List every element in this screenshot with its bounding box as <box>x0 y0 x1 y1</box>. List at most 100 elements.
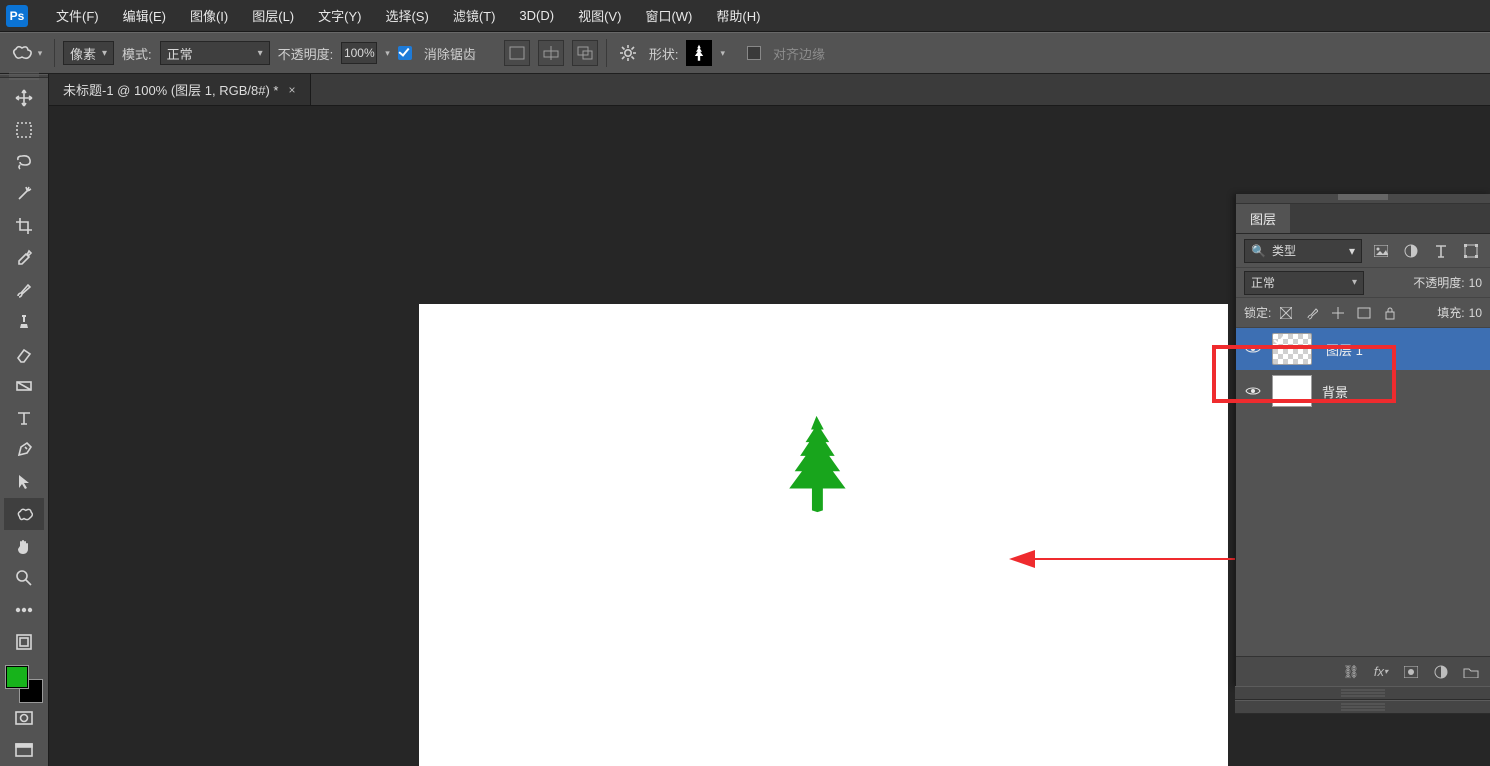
toolbox <box>0 74 49 766</box>
antialias-label: 消除锯齿 <box>424 44 476 63</box>
blend-mode-dropdown[interactable]: 正常▾ <box>160 41 270 65</box>
quickmask-toggle[interactable] <box>4 702 44 734</box>
crop-tool[interactable] <box>4 210 44 242</box>
opacity-label: 不透明度: <box>278 44 334 63</box>
lock-brush-icon[interactable] <box>1301 302 1323 324</box>
folder-icon[interactable] <box>1462 663 1480 681</box>
align-right-icon[interactable] <box>572 40 598 66</box>
wand-tool[interactable] <box>4 178 44 210</box>
lock-pixels-icon[interactable] <box>1275 302 1297 324</box>
shape-label: 形状: <box>649 44 679 63</box>
type-tool[interactable] <box>4 402 44 434</box>
workspace: 未标题-1 @ 100% (图层 1, RGB/8#) * × 图层 🔍 类型 … <box>0 74 1490 766</box>
align-center-icon[interactable] <box>538 40 564 66</box>
menu-3d[interactable]: 3D(D) <box>507 8 566 23</box>
zoom-tool[interactable] <box>4 562 44 594</box>
search-icon: 🔍 <box>1251 244 1266 258</box>
layer-opacity-value[interactable]: 10 <box>1469 276 1482 290</box>
panel-resize-grip[interactable] <box>1235 700 1490 714</box>
unit-dropdown[interactable]: 像素▾ <box>63 41 114 65</box>
menu-view[interactable]: 视图(V) <box>566 6 633 25</box>
layers-footer: ⛓ fx▾ <box>1236 656 1490 686</box>
layer-row[interactable]: 图层 1 <box>1236 328 1490 370</box>
gradient-tool[interactable] <box>4 370 44 402</box>
lock-move-icon[interactable] <box>1327 302 1349 324</box>
move-tool[interactable] <box>4 82 44 114</box>
shape-picker[interactable] <box>686 40 712 66</box>
color-swatches[interactable] <box>6 666 42 702</box>
separator <box>606 39 607 67</box>
layer-thumbnail[interactable] <box>1272 333 1312 365</box>
gear-icon[interactable] <box>615 40 641 66</box>
document-tab[interactable]: 未标题-1 @ 100% (图层 1, RGB/8#) * × <box>49 74 311 105</box>
menu-image[interactable]: 图像(I) <box>178 6 240 25</box>
link-icon[interactable]: ⛓ <box>1342 663 1360 681</box>
app-logo: Ps <box>6 5 28 27</box>
lock-label: 锁定: <box>1244 304 1271 321</box>
unit-value: 像素 <box>70 44 96 63</box>
eraser-tool[interactable] <box>4 338 44 370</box>
opacity-field[interactable]: 100% <box>341 42 377 64</box>
foreground-color-swatch[interactable] <box>6 666 28 688</box>
menu-window[interactable]: 窗口(W) <box>633 6 704 25</box>
tool-preset-icon[interactable]: ▾ <box>6 39 46 67</box>
menu-type[interactable]: 文字(Y) <box>306 6 373 25</box>
layer-row[interactable]: 背景 <box>1236 370 1490 412</box>
fill-label: 填充: <box>1437 304 1464 321</box>
separator <box>54 39 55 67</box>
menu-help[interactable]: 帮助(H) <box>704 6 772 25</box>
marquee-tool[interactable] <box>4 114 44 146</box>
screenmode-toggle[interactable] <box>4 734 44 766</box>
canvas[interactable] <box>419 304 1228 766</box>
menu-select[interactable]: 选择(S) <box>373 6 440 25</box>
layer-thumbnail[interactable] <box>1272 375 1312 407</box>
antialias-checkbox[interactable] <box>398 46 412 60</box>
pen-tool[interactable] <box>4 434 44 466</box>
lasso-tool[interactable] <box>4 146 44 178</box>
close-icon[interactable]: × <box>288 83 295 97</box>
mask-icon[interactable] <box>1402 663 1420 681</box>
mode-label: 模式: <box>122 44 152 63</box>
menu-file[interactable]: 文件(F) <box>44 6 111 25</box>
stamp-tool[interactable] <box>4 306 44 338</box>
adjustment-icon[interactable] <box>1432 663 1450 681</box>
align-edges-checkbox[interactable] <box>747 46 761 60</box>
layer-opacity-label: 不透明度: <box>1413 274 1464 291</box>
panel-resize-grip[interactable] <box>1235 686 1490 700</box>
eyedropper-tool[interactable] <box>4 242 44 274</box>
fill-value[interactable]: 10 <box>1469 306 1482 320</box>
layer-filter-dropdown[interactable]: 🔍 类型 ▾ <box>1244 239 1362 263</box>
align-edges-label: 对齐边缘 <box>773 44 825 63</box>
document-tab-title: 未标题-1 @ 100% (图层 1, RGB/8#) * <box>63 80 278 99</box>
document-tabs: 未标题-1 @ 100% (图层 1, RGB/8#) * × <box>49 74 1490 106</box>
filter-adjust-icon[interactable] <box>1400 240 1422 262</box>
menu-edit[interactable]: 编辑(E) <box>111 6 178 25</box>
brush-tool[interactable] <box>4 274 44 306</box>
path-select-tool[interactable] <box>4 466 44 498</box>
custom-shape-tool[interactable] <box>4 498 44 530</box>
layer-blend-dropdown[interactable]: 正常▾ <box>1244 271 1364 295</box>
menu-filter[interactable]: 滤镜(T) <box>441 6 508 25</box>
blend-mode-value: 正常 <box>167 44 193 63</box>
filter-type-icon[interactable] <box>1430 240 1452 262</box>
menu-bar: Ps 文件(F) 编辑(E) 图像(I) 图层(L) 文字(Y) 选择(S) 滤… <box>0 0 1490 32</box>
menu-layer[interactable]: 图层(L) <box>240 6 306 25</box>
fx-icon[interactable]: fx▾ <box>1372 663 1390 681</box>
tab-layers[interactable]: 图层 <box>1236 204 1290 233</box>
filter-label: 类型 <box>1272 242 1296 259</box>
hand-tool[interactable] <box>4 530 44 562</box>
filter-shape-icon[interactable] <box>1460 240 1482 262</box>
visibility-icon[interactable] <box>1244 382 1262 400</box>
more-tools[interactable] <box>4 594 44 626</box>
layer-list: 图层 1 背景 <box>1236 328 1490 656</box>
frame-tool[interactable] <box>4 626 44 658</box>
visibility-icon[interactable] <box>1244 340 1262 358</box>
lock-all-icon[interactable] <box>1379 302 1401 324</box>
align-left-icon[interactable] <box>504 40 530 66</box>
layer-name[interactable]: 图层 1 <box>1326 340 1363 359</box>
layer-name[interactable]: 背景 <box>1322 382 1348 401</box>
lock-artboard-icon[interactable] <box>1353 302 1375 324</box>
panel-grip[interactable] <box>1236 194 1490 204</box>
filter-image-icon[interactable] <box>1370 240 1392 262</box>
panel-tabs: 图层 <box>1236 204 1490 234</box>
